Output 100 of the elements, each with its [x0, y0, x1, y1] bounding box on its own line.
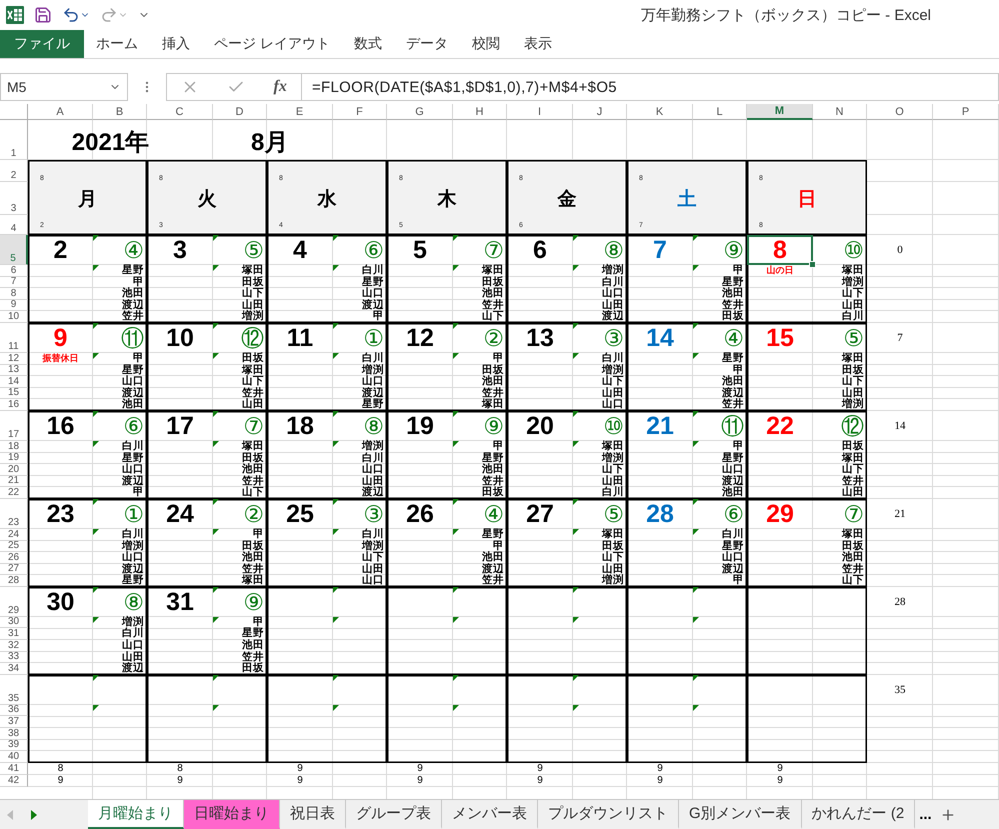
- row-header[interactable]: 10: [0, 311, 28, 323]
- column-header[interactable]: O: [867, 104, 933, 120]
- more-tabs-button[interactable]: ...: [915, 800, 936, 829]
- row-header[interactable]: 18: [0, 440, 28, 453]
- row-header[interactable]: 28: [0, 575, 28, 587]
- row-header[interactable]: 2: [0, 160, 28, 182]
- ribbon-tab[interactable]: データ: [394, 30, 460, 58]
- row-header[interactable]: 38: [0, 728, 28, 740]
- group-number: ⑫: [841, 412, 864, 439]
- name-box[interactable]: M5: [0, 73, 128, 101]
- file-tab[interactable]: ファイル: [0, 30, 84, 58]
- member-name: 山下: [602, 464, 624, 476]
- row-header[interactable]: 33: [0, 652, 28, 664]
- column-header[interactable]: F: [333, 104, 387, 120]
- member-name: 笠井: [242, 388, 264, 399]
- member-name: 笠井: [722, 399, 744, 411]
- row-header[interactable]: 36: [0, 704, 28, 716]
- row-header[interactable]: 11: [0, 322, 28, 353]
- ribbon-tab[interactable]: 表示: [512, 30, 564, 58]
- sheet-tab[interactable]: 日曜始まり: [184, 800, 280, 829]
- sheet-tab[interactable]: プルダウンリスト: [538, 800, 679, 829]
- row-header[interactable]: 26: [0, 552, 28, 564]
- selected-cell[interactable]: [747, 235, 813, 265]
- triangle-icon: [333, 704, 339, 711]
- row-header[interactable]: 30: [0, 616, 28, 628]
- row-header[interactable]: 1: [0, 120, 28, 160]
- column-header[interactable]: L: [693, 104, 747, 120]
- row-header[interactable]: 17: [0, 410, 28, 441]
- sheet-tab[interactable]: G別メンバー表: [679, 800, 802, 829]
- column-header[interactable]: M: [747, 104, 813, 120]
- row-header[interactable]: 24: [0, 528, 28, 540]
- row-header[interactable]: 5: [0, 235, 28, 265]
- column-header[interactable]: P: [933, 104, 999, 120]
- fill-handle[interactable]: [809, 261, 816, 268]
- member-name: 山口: [362, 288, 384, 300]
- row-header[interactable]: 35: [0, 674, 28, 705]
- row-header[interactable]: 34: [0, 663, 28, 675]
- row-header[interactable]: 42: [0, 774, 28, 787]
- sheet-tab[interactable]: グループ表: [346, 800, 442, 829]
- row-header[interactable]: 7: [0, 276, 28, 288]
- row-header[interactable]: 3: [0, 182, 28, 215]
- row-header[interactable]: 6: [0, 265, 28, 277]
- row-header[interactable]: 23: [0, 498, 28, 529]
- triangle-icon: [573, 616, 579, 623]
- column-header[interactable]: I: [507, 104, 573, 120]
- row-header[interactable]: 31: [0, 628, 28, 640]
- row-header[interactable]: 40: [0, 751, 28, 763]
- row-header[interactable]: 39: [0, 740, 28, 752]
- row-header[interactable]: 19: [0, 452, 28, 464]
- row-header[interactable]: 41: [0, 762, 28, 775]
- add-sheet-icon[interactable]: [940, 806, 956, 822]
- row-header[interactable]: 8: [0, 288, 28, 300]
- row-header[interactable]: 14: [0, 376, 28, 388]
- member-name: 田坂: [482, 364, 504, 376]
- column-header[interactable]: J: [573, 104, 627, 120]
- row-header[interactable]: 21: [0, 476, 28, 488]
- ribbon-tab[interactable]: 挿入: [150, 30, 202, 58]
- date-number: 16: [46, 412, 74, 439]
- row-header[interactable]: 29: [0, 586, 28, 617]
- row-header[interactable]: 12: [0, 352, 28, 365]
- triangle-icon: [213, 704, 219, 711]
- row-header[interactable]: 9: [0, 300, 28, 312]
- row-header[interactable]: 15: [0, 388, 28, 400]
- member-name: 白川: [122, 628, 144, 640]
- ribbon-tab[interactable]: ページ レイアウト: [202, 30, 342, 58]
- group-number: ⑦: [843, 500, 864, 527]
- column-header[interactable]: H: [453, 104, 507, 120]
- column-header[interactable]: E: [267, 104, 333, 120]
- sheet-tab[interactable]: 祝日表: [280, 800, 346, 829]
- sheet-tab[interactable]: 月曜始まり: [88, 800, 184, 829]
- row-header[interactable]: 22: [0, 487, 28, 499]
- column-header[interactable]: B: [93, 104, 147, 120]
- member-name: 渡辺: [482, 564, 504, 575]
- row-header[interactable]: 32: [0, 640, 28, 652]
- member-name: 甲: [733, 440, 744, 452]
- triangle-icon: [333, 235, 339, 241]
- column-header[interactable]: A: [28, 104, 93, 120]
- ribbon-tab[interactable]: 数式: [342, 30, 394, 58]
- column-header[interactable]: C: [147, 104, 213, 120]
- column-header[interactable]: G: [387, 104, 453, 120]
- sheet-tab[interactable]: メンバー表: [442, 800, 538, 829]
- save-icon[interactable]: [34, 6, 52, 24]
- sheet-tab[interactable]: かれんだー (2: [802, 800, 916, 829]
- ribbon-tab[interactable]: 校閲: [460, 30, 512, 58]
- row-header[interactable]: 4: [0, 215, 28, 235]
- scroll-right-icon[interactable]: [31, 810, 37, 820]
- row-header[interactable]: 13: [0, 364, 28, 376]
- column-header[interactable]: K: [627, 104, 693, 120]
- formula-field[interactable]: =FLOOR(DATE($A$1,$D$1,0),7)+M$4+$O5: [302, 73, 999, 101]
- row-header[interactable]: 20: [0, 464, 28, 476]
- row-header[interactable]: 16: [0, 399, 28, 411]
- row-header[interactable]: 27: [0, 564, 28, 576]
- ribbon-tab[interactable]: ホーム: [84, 30, 150, 58]
- row-header[interactable]: 25: [0, 540, 28, 552]
- row-header[interactable]: 37: [0, 716, 28, 728]
- column-header[interactable]: D: [213, 104, 267, 120]
- column-header[interactable]: N: [813, 104, 867, 120]
- undo-icon[interactable]: [62, 6, 90, 24]
- spreadsheet-logo-icon[interactable]: [6, 6, 24, 24]
- insert-function-button[interactable]: fx: [274, 78, 287, 96]
